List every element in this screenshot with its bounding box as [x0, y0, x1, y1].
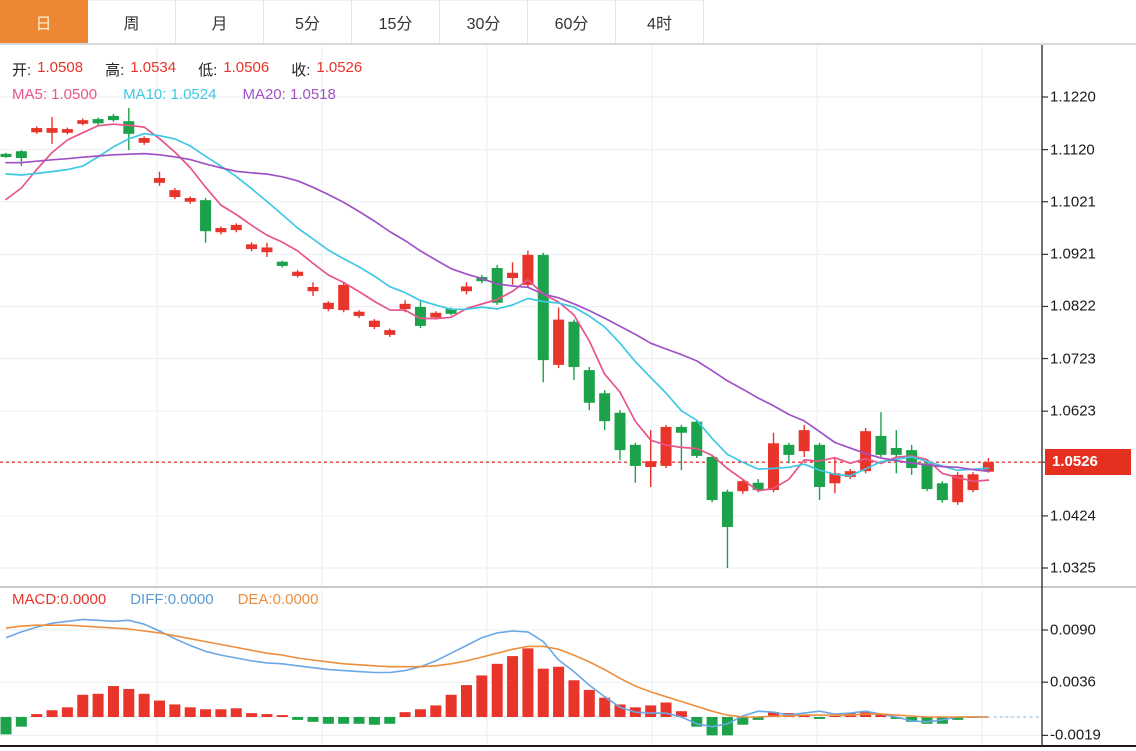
ma10-value: MA10: 1.0524: [123, 86, 216, 103]
open-label: 开:: [12, 59, 31, 80]
ma5-value: MA5: 1.0500: [12, 86, 97, 103]
close-label: 收:: [291, 59, 310, 80]
high-label: 高:: [105, 59, 124, 80]
macd-value: MACD:0.0000: [12, 591, 106, 608]
ma20-value: MA20: 1.0518: [242, 86, 335, 103]
macd-readout: MACD:0.0000 DIFF:0.0000 DEA:0.0000: [12, 591, 318, 608]
diff-value: DIFF:0.0000: [130, 591, 213, 608]
high-value: 1.0534: [130, 59, 176, 80]
current-price-badge: 1.0526: [1045, 449, 1131, 475]
open-value: 1.0508: [37, 59, 83, 80]
ma-readout: MA5: 1.0500 MA10: 1.0524 MA20: 1.0518: [12, 86, 336, 103]
low-value: 1.0506: [223, 59, 269, 80]
ohlc-readout: 开: 1.0508 高: 1.0534 低: 1.0506 收: 1.0526: [12, 59, 378, 80]
dea-value: DEA:0.0000: [238, 591, 319, 608]
trading-chart-window: 日 周 月 5分 15分 30分 60分 4时 开: 1.0508 高: 1.0…: [0, 0, 1136, 751]
close-value: 1.0526: [316, 59, 362, 80]
low-label: 低:: [198, 59, 217, 80]
candlestick-chart-canvas[interactable]: [0, 0, 1136, 751]
